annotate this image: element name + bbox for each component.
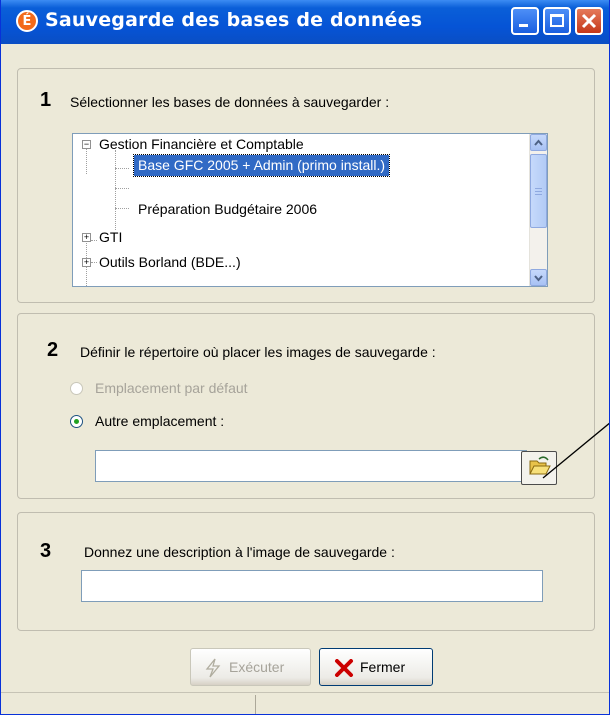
default-location-label: Emplacement par défaut	[95, 380, 248, 396]
chevron-up-icon	[534, 139, 543, 146]
step-label-3: Donnez une description à l'image de sauv…	[84, 544, 395, 560]
minimize-button[interactable]	[511, 7, 539, 35]
step-number-1: 1	[40, 89, 52, 111]
other-location-radio[interactable]	[70, 415, 83, 428]
default-location-radio[interactable]	[70, 382, 83, 395]
chevron-down-icon	[534, 275, 543, 282]
tree-node-label: Outils Borland (BDE...)	[99, 254, 241, 270]
close-icon	[581, 13, 597, 29]
app-logo-glyph: É	[22, 13, 32, 29]
minimize-icon	[519, 24, 528, 27]
app-logo-icon: É	[16, 10, 38, 32]
collapse-icon[interactable]: −	[82, 140, 91, 149]
execute-button[interactable]: Exécuter	[190, 648, 311, 686]
other-location-label: Autre emplacement :	[95, 413, 225, 429]
lightning-icon	[205, 658, 221, 678]
scroll-down-button[interactable]	[530, 269, 547, 286]
title-bar[interactable]: É Sauvegarde des bases de données	[1, 0, 609, 44]
maximize-button[interactable]	[543, 7, 571, 35]
window-title: Sauvegarde des bases de données	[45, 9, 423, 31]
tree-scrollbar[interactable]	[529, 134, 547, 286]
description-input[interactable]	[81, 570, 543, 602]
maximize-icon	[550, 14, 564, 27]
database-tree[interactable]: − Gestion Financière et Comptable Base G…	[72, 133, 548, 287]
scroll-thumb[interactable]	[530, 154, 547, 228]
close-window-button[interactable]	[575, 7, 603, 35]
scroll-up-button[interactable]	[530, 134, 547, 151]
select-databases-group: 1 Sélectionner les bases de données à sa…	[17, 68, 595, 303]
step-label-2: Définir le répertoire où placer les imag…	[80, 344, 436, 360]
tree-node-label: Gestion Financière et Comptable	[99, 136, 304, 152]
close-label: Fermer	[360, 659, 406, 675]
tree-node-label: Base GFC 2005 + Admin (primo install.)	[138, 157, 386, 173]
tree-node-budget-2006[interactable]: Préparation Budgétaire 2006	[138, 199, 317, 219]
tree-node-gfc-2005[interactable]: Base GFC 2005 + Admin (primo install.)	[132, 154, 391, 177]
backup-path-input[interactable]	[95, 450, 527, 482]
tree-node-label: Préparation Budgétaire 2006	[138, 201, 318, 217]
step-label-1: Sélectionner les bases de données à sauv…	[70, 94, 390, 110]
description-group: 3 Donnez une description à l'image de sa…	[17, 512, 595, 631]
close-button[interactable]: Fermer	[319, 648, 433, 686]
expand-icon[interactable]: +	[82, 258, 91, 267]
expand-icon[interactable]: +	[82, 233, 91, 242]
backup-directory-group: 2 Définir le répertoire où placer les im…	[17, 313, 595, 499]
red-x-icon	[335, 659, 353, 677]
dialog-window: É Sauvegarde des bases de données 1 Séle…	[0, 0, 610, 715]
step-number-3: 3	[40, 540, 52, 562]
step-number-2: 2	[47, 339, 59, 361]
callout-line	[542, 422, 609, 479]
tree-node-label: GTI	[99, 229, 123, 245]
status-bar	[1, 692, 609, 714]
execute-label: Exécuter	[229, 659, 285, 675]
